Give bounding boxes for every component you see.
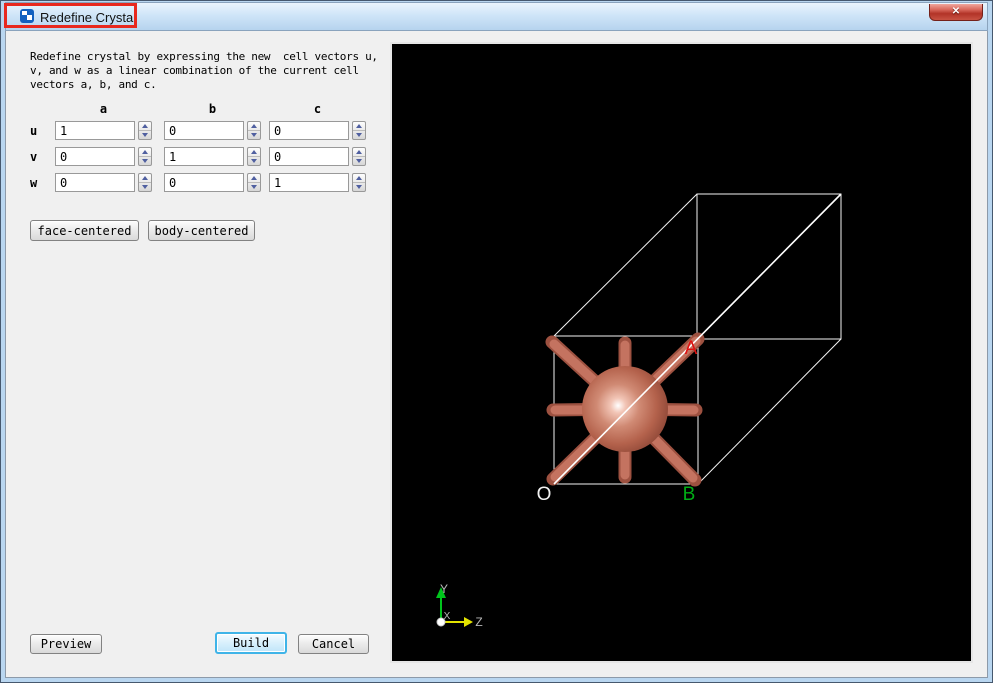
- arrow-up-icon: [356, 150, 362, 154]
- spin-up-button[interactable]: [353, 148, 365, 157]
- spinbox-w-c: [269, 173, 366, 192]
- x-axis-label: X: [444, 611, 451, 622]
- spin-up-button[interactable]: [248, 148, 260, 157]
- spinbox-u-c-input[interactable]: [269, 121, 349, 140]
- spin-up-button[interactable]: [248, 174, 260, 183]
- arrow-down-icon: [142, 185, 148, 189]
- spin-down-button[interactable]: [353, 157, 365, 165]
- crystal-scene: O B A Y Z X: [436, 193, 842, 629]
- spin-up-button[interactable]: [139, 148, 151, 157]
- arrow-up-icon: [142, 176, 148, 180]
- spin-down-button[interactable]: [353, 131, 365, 139]
- close-icon: ✕: [951, 6, 961, 17]
- spin-down-button[interactable]: [139, 131, 151, 139]
- spin-down-button[interactable]: [248, 183, 260, 191]
- spin-down-button[interactable]: [248, 157, 260, 165]
- face-centered-button[interactable]: face-centered: [30, 220, 139, 241]
- arrow-down-icon: [251, 133, 257, 137]
- col-header-a: a: [99, 102, 108, 116]
- arrow-down-icon: [356, 185, 362, 189]
- arrow-up-icon: [356, 124, 362, 128]
- spinbox-v-a: [55, 147, 152, 166]
- row-header-u: u: [30, 124, 38, 138]
- spinbox-v-b: [164, 147, 261, 166]
- spinbox-w-b: [164, 173, 261, 192]
- arrow-up-icon: [142, 150, 148, 154]
- arrow-down-icon: [251, 185, 257, 189]
- spinbox-w-b-input[interactable]: [164, 173, 244, 192]
- viewport-3d[interactable]: O B A Y Z X: [392, 44, 971, 661]
- spinbox-v-b-input[interactable]: [164, 147, 244, 166]
- spin-down-button[interactable]: [353, 183, 365, 191]
- spinbox-w-c-input[interactable]: [269, 173, 349, 192]
- window-frame: Redefine Crystal ✕ Redefine crystal by e…: [0, 0, 993, 683]
- arrow-down-icon: [251, 159, 257, 163]
- close-button[interactable]: ✕: [929, 4, 983, 21]
- y-axis-label: Y: [440, 582, 448, 596]
- spin-up-button[interactable]: [353, 122, 365, 131]
- spinbox-v-a-input[interactable]: [55, 147, 135, 166]
- origin-label: O: [537, 484, 552, 505]
- spin-up-button[interactable]: [139, 174, 151, 183]
- spinbox-u-b-input[interactable]: [164, 121, 244, 140]
- spinbox-u-b: [164, 121, 261, 140]
- a-axis-label: A: [685, 338, 698, 359]
- body-centered-button[interactable]: body-centered: [148, 220, 255, 241]
- arrow-down-icon: [356, 133, 362, 137]
- arrow-up-icon: [356, 176, 362, 180]
- spin-down-button[interactable]: [248, 131, 260, 139]
- atom-sphere: [582, 366, 668, 452]
- arrow-down-icon: [142, 133, 148, 137]
- spinbox-w-a: [55, 173, 152, 192]
- spin-down-button[interactable]: [139, 183, 151, 191]
- spinbox-v-c: [269, 147, 366, 166]
- spinbox-u-a: [55, 121, 152, 140]
- arrow-up-icon: [251, 124, 257, 128]
- instruction-text: Redefine crystal by expressing the new c…: [30, 50, 378, 91]
- spin-up-button[interactable]: [248, 122, 260, 131]
- cell-edge: [553, 193, 698, 337]
- spinbox-v-c-input[interactable]: [269, 147, 349, 166]
- arrow-down-icon: [142, 159, 148, 163]
- app-logo-icon: [20, 9, 34, 23]
- col-header-c: c: [313, 102, 322, 116]
- spinbox-u-c: [269, 121, 366, 140]
- spinbox-w-a-input[interactable]: [55, 173, 135, 192]
- cancel-button[interactable]: Cancel: [298, 634, 369, 654]
- col-header-b: b: [208, 102, 217, 116]
- arrow-down-icon: [356, 159, 362, 163]
- arrow-up-icon: [251, 150, 257, 154]
- spinbox-u-a-input[interactable]: [55, 121, 135, 140]
- preview-button[interactable]: Preview: [30, 634, 102, 654]
- z-axis-label: Z: [475, 615, 482, 629]
- arrow-up-icon: [251, 176, 257, 180]
- cell-edge: [697, 338, 842, 485]
- z-axis-arrowhead-icon: [464, 617, 473, 627]
- row-header-v: v: [30, 150, 38, 164]
- spin-up-button[interactable]: [353, 174, 365, 183]
- title-bar[interactable]: Redefine Crystal ✕: [5, 2, 988, 31]
- row-header-w: w: [30, 176, 38, 190]
- build-button[interactable]: Build: [215, 632, 287, 654]
- spin-up-button[interactable]: [139, 122, 151, 131]
- window-title: Redefine Crystal: [40, 10, 137, 25]
- arrow-up-icon: [142, 124, 148, 128]
- b-axis-label: B: [683, 484, 696, 505]
- axis-triad: Y Z X: [436, 582, 483, 629]
- spin-down-button[interactable]: [139, 157, 151, 165]
